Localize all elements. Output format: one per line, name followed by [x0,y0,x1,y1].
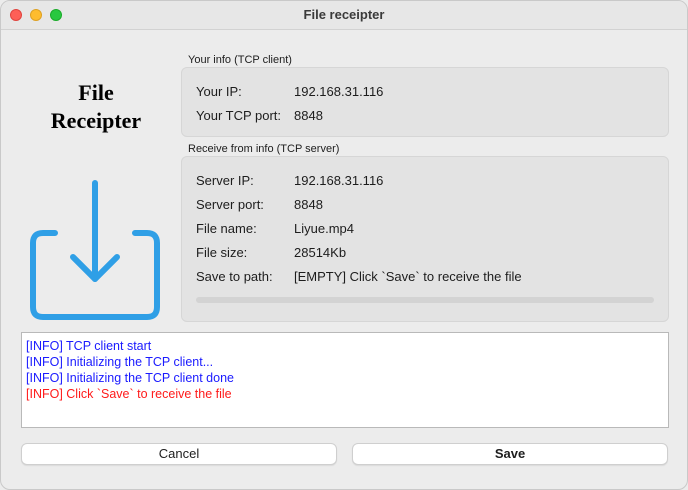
server-ip-value: 192.168.31.116 [294,173,384,188]
your-port-label: Your TCP port: [196,108,282,123]
log-line: [INFO] Initializing the TCP client... [26,355,214,369]
your-ip-label: Your IP: [196,84,242,99]
server-port-label: Server port: [196,197,264,212]
server-info-group: Server IP: 192.168.31.116 Server port: 8… [181,156,669,322]
file-receipter-window: File receipter File Receipter Your info … [0,0,688,490]
app-title-line-1: File [78,80,114,105]
server-ip-label: Server IP: [196,173,254,188]
save-path-label: Save to path: [196,269,273,284]
log-output[interactable]: [INFO] TCP client start [INFO] Initializi… [21,332,669,428]
log-line: [INFO] TCP client start [26,339,152,353]
save-path-value: [EMPTY] Click `Save` to receive the file [294,269,522,284]
log-line: [INFO] Initializing the TCP client done [26,371,234,385]
your-ip-value: 192.168.31.116 [294,84,384,99]
app-title-line-2: Receipter [50,108,142,133]
server-info-group-label: Receive from info (TCP server) [188,143,340,155]
your-info-group-label: Your info (TCP client) [188,54,292,66]
file-name-label: File name: [196,221,257,236]
server-port-value: 8848 [294,197,323,212]
file-name-value: Liyue.mp4 [294,221,354,236]
download-icon [30,180,160,320]
window-title: File receipter [303,7,385,22]
file-size-value: 28514Kb [294,245,347,260]
log-line: [INFO] Click `Save` to receive the file [26,387,232,401]
your-port-value: 8848 [294,108,323,123]
save-button[interactable]: Save [352,443,668,465]
file-size-label: File size: [196,245,248,260]
app-title: File Receipter [21,79,171,135]
title-bar[interactable]: File receipter [1,1,687,30]
your-info-group: Your IP: 192.168.31.116 Your TCP port: 8… [181,67,669,137]
receive-progress-bar [196,297,654,303]
cancel-button[interactable]: Cancel [21,443,337,465]
